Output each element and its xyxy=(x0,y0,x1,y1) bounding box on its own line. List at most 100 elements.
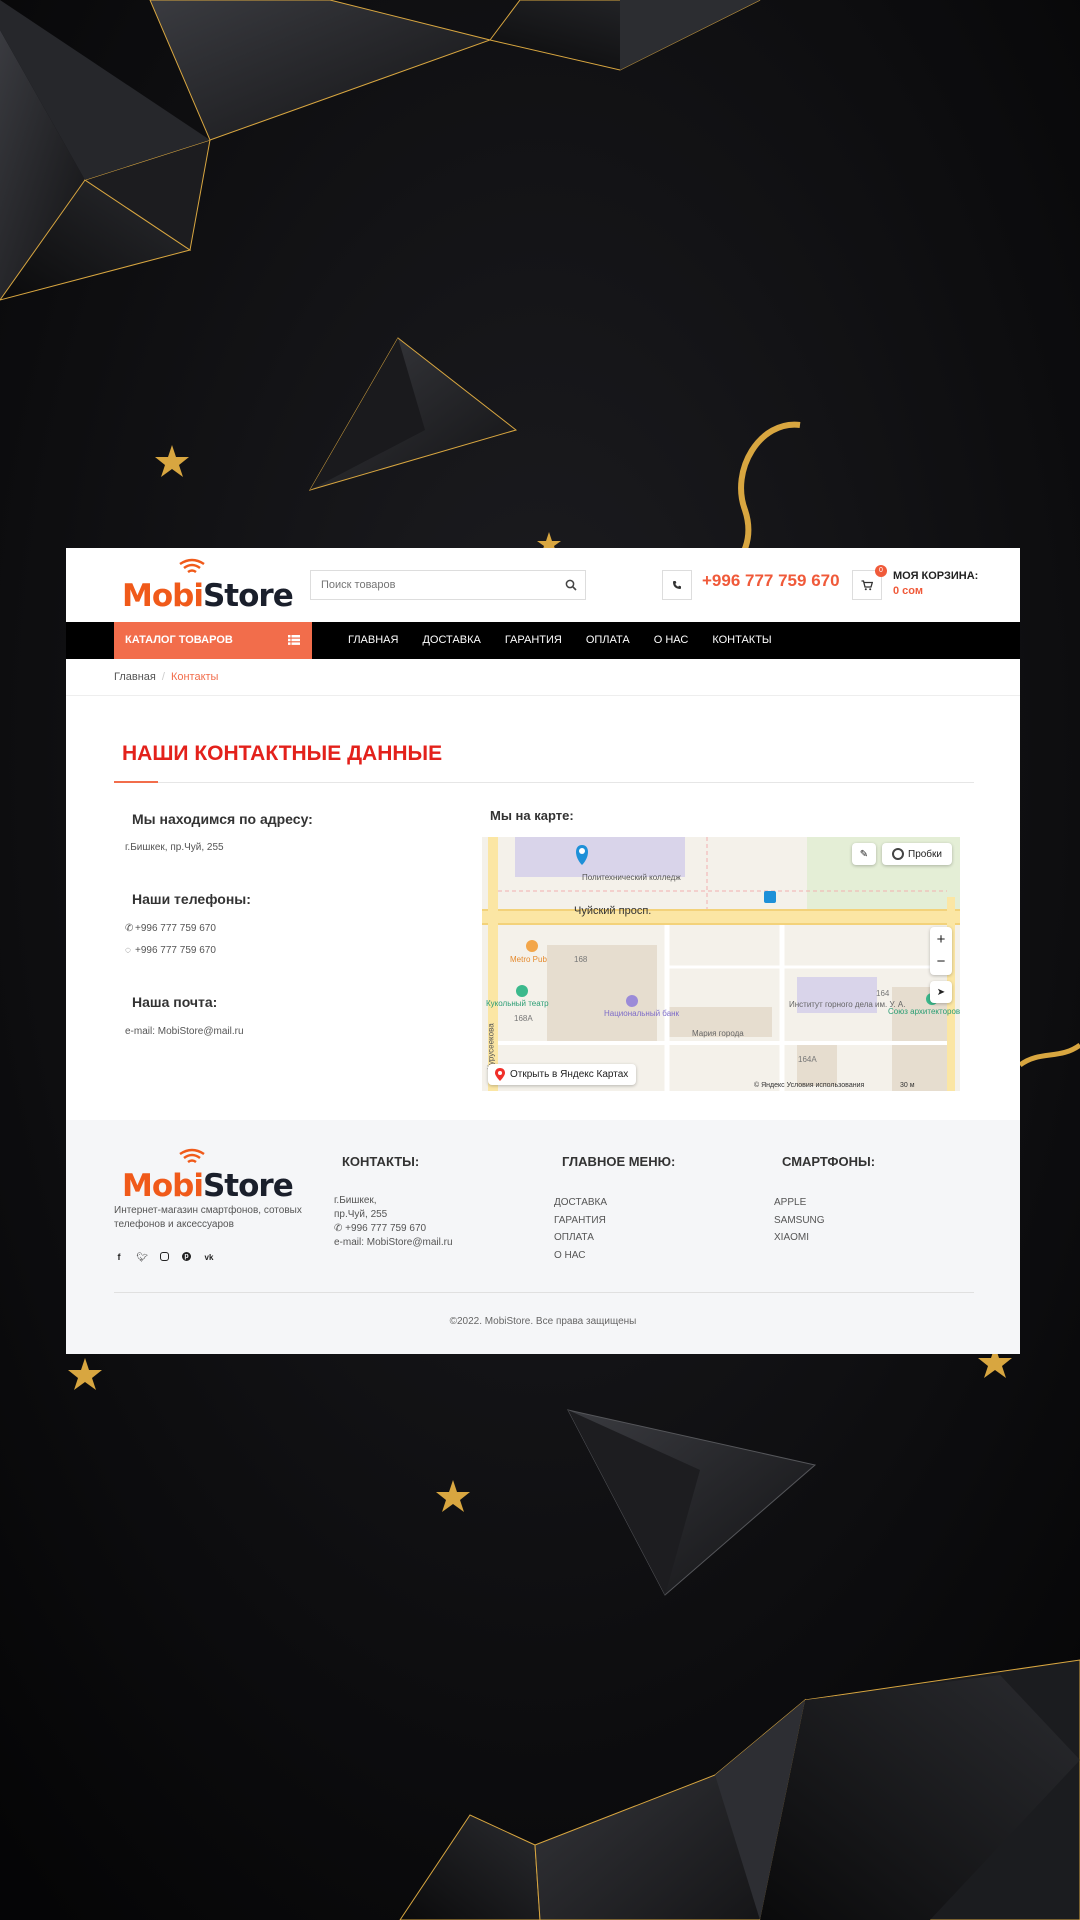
cart-sum: 0 сом xyxy=(893,585,924,597)
page-title: НАШИ КОНТАКТНЫЕ ДАННЫЕ xyxy=(122,742,443,765)
traffic-icon xyxy=(892,848,904,860)
nav-item-home[interactable]: ГЛАВНАЯ xyxy=(348,634,398,646)
map-label-metro: Metro Pub xyxy=(510,955,547,964)
phone-icon: ✆ xyxy=(125,923,134,934)
phones-heading: Наши телефоны: xyxy=(132,891,251,907)
footer-email-line[interactable]: e-mail: MobiStore@mail.ru xyxy=(334,1236,453,1250)
logo-mobi: Mobi xyxy=(122,578,204,614)
wifi-waves-icon xyxy=(179,1148,205,1164)
footer-menu-list: ДОСТАВКА ГАРАНТИЯ ОПЛАТА О НАС xyxy=(554,1194,607,1264)
twitter-icon[interactable]: 🐦︎ xyxy=(136,1252,147,1262)
breadcrumb-current: Контакты xyxy=(170,671,219,683)
search-input[interactable] xyxy=(311,571,551,599)
phone-line-1[interactable]: ✆ +996 777 759 670 xyxy=(125,923,216,934)
map-label-168a: 168А xyxy=(514,1014,533,1023)
address-text: г.Бишкек, пр.Чуй, 255 xyxy=(125,842,224,853)
footer-logo[interactable]: MobiStore xyxy=(122,1148,294,1204)
nav-item-warranty[interactable]: ГАРАНТИЯ xyxy=(505,634,562,646)
footer-smartphones-heading: СМАРТФОНЫ: xyxy=(782,1154,876,1169)
footer-menu-heading: ГЛАВНОЕ МЕНЮ: xyxy=(562,1154,676,1169)
website-frame: MobiStore +996 777 759 670 0 МОЯ КОРЗИНА… xyxy=(66,548,1020,1354)
title-accent-line xyxy=(114,781,158,783)
wifi-waves-icon xyxy=(179,558,205,574)
phone-button[interactable] xyxy=(662,570,692,600)
zoom-control: + − xyxy=(930,927,952,975)
map-label-164a: 164А xyxy=(798,1055,817,1064)
map-tiles xyxy=(482,837,960,1091)
footer-menu-item[interactable]: ДОСТАВКА xyxy=(554,1194,607,1212)
open-in-yandex-maps-button[interactable]: Открыть в Яндекс Картах xyxy=(488,1064,637,1085)
breadcrumb-separator: / xyxy=(161,671,165,683)
footer-brand-item[interactable]: XIAOMI xyxy=(774,1229,825,1247)
facebook-icon[interactable]: f xyxy=(114,1252,124,1262)
map-label-mall: Мария города xyxy=(692,1029,744,1038)
email-text[interactable]: e-mail: MobiStore@mail.ru xyxy=(125,1026,244,1037)
cart-icon xyxy=(861,579,873,590)
cart-count-badge: 0 xyxy=(875,565,887,577)
footer-smartphones-list: APPLE SAMSUNG XIAOMI xyxy=(774,1194,825,1247)
social-links: f 🐦︎ p vk xyxy=(114,1252,214,1263)
footer-contacts-line: г.Бишкек, xyxy=(334,1195,377,1206)
traffic-button[interactable]: Пробки xyxy=(882,843,952,865)
yandex-map[interactable]: Политехнический колледж Чуйский просп. M… xyxy=(482,837,960,1091)
zoom-in-icon[interactable]: + xyxy=(937,929,946,951)
nav-item-contacts[interactable]: КОНТАКТЫ xyxy=(712,634,771,646)
ruler-button[interactable]: ✎ xyxy=(852,843,876,865)
header-phone-number[interactable]: +996 777 759 670 xyxy=(702,571,840,591)
site-header: MobiStore +996 777 759 670 0 МОЯ КОРЗИНА… xyxy=(66,548,1020,622)
open-in-yandex-maps-label: Открыть в Яндекс Картах xyxy=(510,1069,629,1080)
title-divider xyxy=(114,782,974,783)
catalog-button[interactable]: КАТАЛОГ ТОВАРОВ xyxy=(114,622,312,659)
breadcrumb: Главная / Контакты xyxy=(66,659,1020,696)
map-label-union: Союз архитекторов xyxy=(888,1007,960,1016)
nav-item-about[interactable]: О НАС xyxy=(654,634,689,646)
map-label-avenue: Чуйский просп. xyxy=(574,905,652,917)
footer-phone-line[interactable]: ✆ +996 777 759 670 xyxy=(334,1222,453,1236)
logo[interactable]: MobiStore xyxy=(122,558,294,614)
logo-text: MobiStore xyxy=(122,578,294,614)
footer-menu-item[interactable]: О НАС xyxy=(554,1247,607,1265)
map-label-bank: Национальный банк xyxy=(604,1009,680,1018)
navigation-arrow-icon: ➤ xyxy=(936,986,946,998)
address-heading: Мы находимся по адресу: xyxy=(132,811,313,827)
phone-line-2[interactable]: ◌ +996 777 759 670 xyxy=(125,945,216,956)
phone-icon xyxy=(673,581,681,589)
map-label-theatre: Кукольный театр xyxy=(486,999,549,1008)
phone-text-2: +996 777 759 670 xyxy=(135,945,216,956)
cart-title[interactable]: МОЯ КОРЗИНА: xyxy=(893,570,978,582)
map-label-164: 164 xyxy=(876,989,890,998)
search-icon[interactable] xyxy=(565,579,577,591)
footer-divider xyxy=(114,1292,974,1293)
footer-menu-item[interactable]: ГАРАНТИЯ xyxy=(554,1212,607,1230)
phone-icon: ✆ xyxy=(334,1223,343,1234)
footer-phone-text: +996 777 759 670 xyxy=(345,1223,427,1234)
map-label-168: 168 xyxy=(574,955,588,964)
traffic-label: Пробки xyxy=(908,848,942,860)
catalog-label: КАТАЛОГ ТОВАРОВ xyxy=(125,634,233,646)
map-pin-icon xyxy=(495,1068,505,1081)
phone-text-1: +996 777 759 670 xyxy=(135,923,216,934)
footer-description: Интернет-магазин смартфонов, сотовых тел… xyxy=(114,1205,302,1230)
geolocation-button[interactable]: ➤ xyxy=(930,981,952,1003)
logo-store: Store xyxy=(202,578,294,614)
nav-item-payment[interactable]: ОПЛАТА xyxy=(586,634,630,646)
footer-contacts-list: г.Бишкек, пр.Чуй, 255 ✆ +996 777 759 670… xyxy=(334,1194,453,1250)
footer-contacts-heading: КОНТАКТЫ: xyxy=(342,1154,420,1169)
footer-logo-text: MobiStore xyxy=(122,1168,294,1204)
map-copyright[interactable]: © Яндекс Условия использования xyxy=(754,1082,864,1089)
breadcrumb-home[interactable]: Главная xyxy=(114,671,156,683)
zoom-out-icon[interactable]: − xyxy=(937,951,946,973)
footer-logo-mobi: Mobi xyxy=(122,1168,204,1204)
copyright: ©2022. MobiStore. Все права защищены xyxy=(449,1316,637,1327)
pinterest-icon[interactable]: p xyxy=(182,1252,191,1261)
footer-brand-item[interactable]: APPLE xyxy=(774,1194,825,1212)
nav-item-delivery[interactable]: ДОСТАВКА xyxy=(422,634,480,646)
instagram-icon[interactable] xyxy=(160,1252,169,1261)
footer-brand-item[interactable]: SAMSUNG xyxy=(774,1212,825,1230)
ruler-icon: ✎ xyxy=(859,848,869,860)
map-scale: 30 м xyxy=(900,1082,915,1089)
map-label-college: Политехнический колледж xyxy=(582,873,681,882)
footer-menu-item[interactable]: ОПЛАТА xyxy=(554,1229,607,1247)
nav-menu: ГЛАВНАЯ ДОСТАВКА ГАРАНТИЯ ОПЛАТА О НАС К… xyxy=(348,634,796,646)
vk-icon[interactable]: vk xyxy=(204,1252,214,1262)
